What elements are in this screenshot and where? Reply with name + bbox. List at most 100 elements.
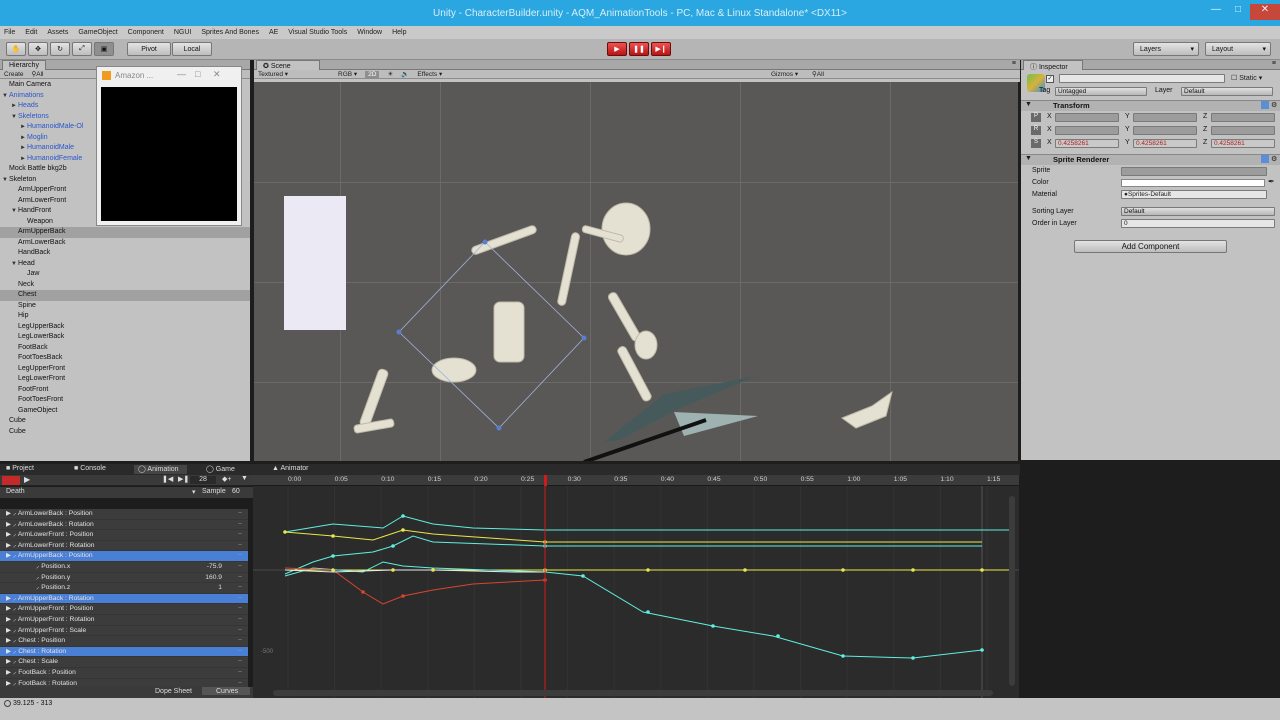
curve-property-row[interactable]: ▶ ⸝ FootBack : Position − xyxy=(0,667,248,679)
keyframe-point[interactable] xyxy=(391,568,395,572)
keyframe-toggle-icon[interactable]: − xyxy=(238,551,242,561)
hierarchy-item[interactable]: FootToesBack xyxy=(0,353,250,364)
gizmos-dropdown[interactable]: Gizmos ▾ xyxy=(771,70,798,78)
step-icon[interactable]: ▶❙ xyxy=(651,42,671,56)
foldout-arrow-icon[interactable]: ▶ ⸝ xyxy=(6,680,18,687)
menu-component[interactable]: Component xyxy=(128,29,164,36)
keyframe-point[interactable] xyxy=(711,624,715,628)
hierarchy-item[interactable]: LegUpperFront xyxy=(0,364,250,375)
keyframe-toggle-icon[interactable]: − xyxy=(238,668,242,678)
rotate-tool-icon[interactable]: ↻ xyxy=(50,42,70,56)
keyframe-point[interactable] xyxy=(743,568,747,572)
foldout-arrow-icon[interactable]: ▶ ⸝ xyxy=(6,531,18,538)
curve-property-row[interactable]: ▶ ⸝ Chest : Position − xyxy=(0,636,248,647)
color-swatch[interactable] xyxy=(1121,179,1265,187)
position-z-field[interactable] xyxy=(1211,113,1275,122)
scale-tool-icon[interactable]: ⤢ xyxy=(72,42,92,56)
foldout-arrow-icon[interactable]: ► xyxy=(20,133,27,144)
scale-x-field[interactable]: 0.4258261 xyxy=(1055,139,1119,148)
keyframe-toggle-icon[interactable]: − xyxy=(238,530,242,540)
order-in-layer-field[interactable]: 0 xyxy=(1121,219,1275,228)
foldout-arrow-icon[interactable]: ▶ ⸝ xyxy=(6,648,18,655)
sample-field[interactable]: 60 xyxy=(232,488,240,495)
frame-field[interactable]: 28 xyxy=(190,476,216,484)
hierarchy-item[interactable]: FootBack xyxy=(0,343,250,354)
clip-dropdown-arrow-icon[interactable]: ▾ xyxy=(192,488,196,496)
add-event-icon[interactable]: ▼ xyxy=(241,475,248,482)
keyframe-toggle-icon[interactable]: − xyxy=(238,583,242,593)
help-icon[interactable] xyxy=(1261,101,1269,109)
animation-curve[interactable] xyxy=(284,561,983,659)
vertical-scrollbar[interactable] xyxy=(1009,496,1015,686)
close-icon[interactable]: ✕ xyxy=(1250,4,1280,20)
dope-sheet-button[interactable]: Dope Sheet xyxy=(152,687,195,696)
curve-property-row[interactable]: ▶ ⸝ ArmLowerFront : Rotation − xyxy=(0,540,248,552)
hierarchy-item[interactable]: HandBack xyxy=(0,248,250,259)
tab-hierarchy[interactable]: Hierarchy xyxy=(2,60,46,70)
tab-inspector[interactable]: ⓘ Inspector xyxy=(1023,60,1083,71)
curve-editor[interactable]: -500 xyxy=(253,486,1019,698)
prev-keyframe-icon[interactable]: ❚◀ xyxy=(162,475,173,483)
keyframe-toggle-icon[interactable]: − xyxy=(238,604,242,614)
keyframe-toggle-icon[interactable]: − xyxy=(238,636,242,646)
keyframe-point[interactable] xyxy=(331,568,335,572)
menu-ngui[interactable]: NGUI xyxy=(174,29,192,36)
foldout-arrow-icon[interactable]: ▶ ⸝ xyxy=(6,669,18,676)
keyframe-point[interactable] xyxy=(646,568,650,572)
hierarchy-item[interactable]: FootToesFront xyxy=(0,395,250,406)
inspector-menu-icon[interactable]: ≡ xyxy=(1272,60,1276,67)
keyframe-point[interactable] xyxy=(911,568,915,572)
curve-canvas[interactable] xyxy=(253,486,1019,698)
rect-tool-icon[interactable]: ▣ xyxy=(94,42,114,56)
keyframe-point[interactable] xyxy=(980,568,984,572)
curves-button[interactable]: Curves xyxy=(202,687,251,695)
eyedropper-icon[interactable]: ✒ xyxy=(1268,177,1275,186)
panel-menu-icon[interactable]: ≡ xyxy=(1012,60,1016,67)
gear-icon[interactable]: ⚙ xyxy=(1271,101,1277,109)
keyframe-point[interactable] xyxy=(431,568,435,572)
curve-property-row[interactable]: ▶ ⸝ Chest : Rotation − xyxy=(0,646,248,658)
next-keyframe-icon[interactable]: ▶❚ xyxy=(178,475,189,483)
maximize-icon[interactable]: □ xyxy=(1228,4,1248,20)
rotation-reset-icon[interactable]: R xyxy=(1031,126,1041,135)
keyframe-toggle-icon[interactable]: − xyxy=(238,541,242,551)
play-animation-icon[interactable]: ▶ xyxy=(24,475,30,484)
tab-animation[interactable]: ◯ Animation xyxy=(134,465,187,474)
hierarchy-item[interactable]: Spine xyxy=(0,301,250,312)
static-checkbox[interactable]: ☐ Static ▾ xyxy=(1231,74,1262,82)
hierarchy-item[interactable]: LegUpperBack xyxy=(0,322,250,333)
playhead-marker[interactable] xyxy=(544,475,547,486)
menu-assets[interactable]: Assets xyxy=(47,29,68,36)
keyframe-point[interactable] xyxy=(331,554,335,558)
move-tool-icon[interactable]: ✥ xyxy=(28,42,48,56)
curve-property-row[interactable]: ▶ ⸝ ArmLowerFront : Position − xyxy=(0,530,248,541)
foldout-arrow-icon[interactable]: ► xyxy=(20,122,27,133)
keyframe-point[interactable] xyxy=(841,568,845,572)
foldout-arrow-icon[interactable]: ▼ xyxy=(11,259,18,270)
curve-property-row[interactable]: ▶ ⸝ ArmLowerBack : Rotation − xyxy=(0,519,248,531)
scene-search[interactable]: ⚲All xyxy=(812,70,824,78)
foldout-arrow-icon[interactable]: ▶ ⸝ xyxy=(6,637,18,644)
foldout-arrow-icon[interactable]: ▼ xyxy=(11,206,18,217)
curve-property-row[interactable]: ▶ ⸝ ArmLowerBack : Position − xyxy=(0,509,248,520)
foldout-arrow-icon[interactable]: ▶ ⸝ xyxy=(6,627,18,634)
keyframe-point[interactable] xyxy=(391,544,395,548)
keyframe-point[interactable] xyxy=(331,534,335,538)
tag-dropdown[interactable]: Untagged xyxy=(1055,87,1147,96)
keyframe-toggle-icon[interactable]: − xyxy=(238,562,242,572)
curve-property-row[interactable]: ▶ ⸝ ArmUpperBack : Position − xyxy=(0,551,248,562)
menu-window[interactable]: Window xyxy=(357,29,382,36)
curve-property-row[interactable]: ▶ ⸝ ArmUpperFront : Position − xyxy=(0,604,248,615)
keyframe-toggle-icon[interactable]: − xyxy=(238,520,242,530)
scale-reset-icon[interactable]: S xyxy=(1031,139,1041,148)
popup-close-icon[interactable]: ✕ xyxy=(213,69,221,80)
foldout-arrow-icon[interactable]: ▶ ⸝ xyxy=(6,521,18,528)
keyframe-point[interactable] xyxy=(401,594,405,598)
foldout-arrow-icon[interactable]: ▶ ⸝ xyxy=(6,616,18,623)
keyframe-toggle-icon[interactable]: − xyxy=(238,615,242,625)
minimize-icon[interactable]: — xyxy=(1206,4,1226,20)
keyframe-point[interactable] xyxy=(361,590,365,594)
hierarchy-item[interactable]: ▼Head xyxy=(0,259,250,270)
layer-dropdown[interactable]: Default xyxy=(1181,87,1273,96)
sprite-renderer-header[interactable]: Sprite Renderer xyxy=(1021,154,1280,165)
